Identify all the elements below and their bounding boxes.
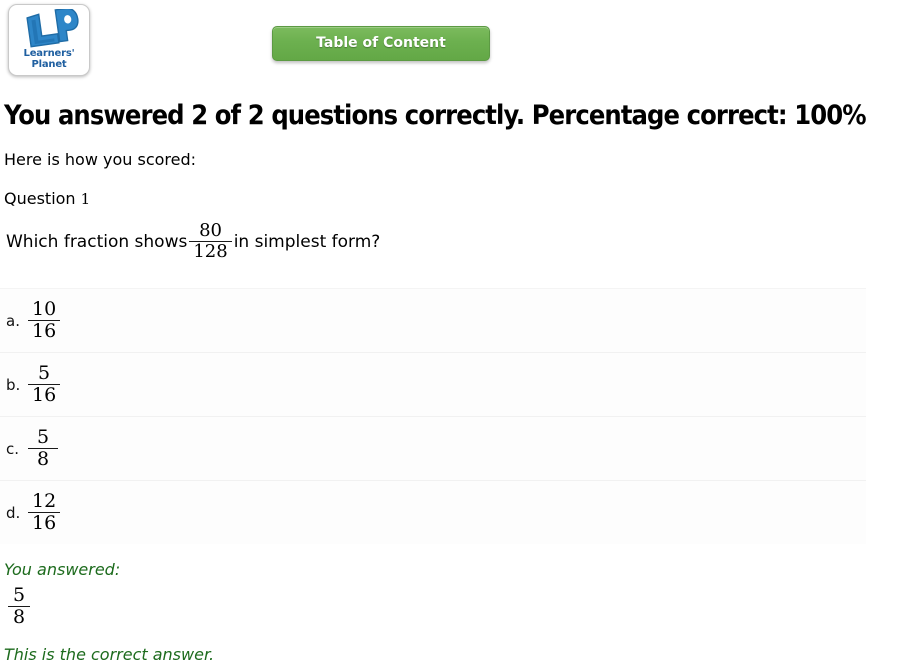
question-text: Which fraction shows 80 128 in simplest … — [6, 222, 380, 261]
question-text-after: in simplest form? — [233, 231, 381, 252]
option-a-numerator: 10 — [32, 298, 57, 320]
scored-subheading: Here is how you scored: — [4, 150, 197, 169]
submitted-answer-numerator: 5 — [12, 584, 26, 606]
option-d-numerator: 12 — [32, 490, 57, 512]
submitted-answer-denominator: 8 — [12, 606, 26, 628]
lp-monogram-icon — [9, 9, 89, 53]
learners-planet-logo[interactable]: Learners' Planet — [8, 4, 90, 76]
option-row-c[interactable]: c. 5 8 — [0, 416, 866, 480]
option-fraction-a: 10 16 — [28, 298, 61, 342]
question-text-before: Which fraction shows — [6, 231, 188, 252]
table-of-content-button[interactable]: Table of Content — [272, 26, 490, 61]
option-b-denominator: 16 — [32, 384, 57, 406]
question-fraction-numerator: 80 — [199, 220, 222, 241]
question-label: Question 1 — [4, 189, 90, 208]
option-c-numerator: 5 — [36, 426, 50, 448]
question-fraction-denominator: 128 — [193, 241, 228, 262]
option-letter-a: a. — [6, 311, 20, 330]
option-fraction-b: 5 16 — [28, 362, 61, 406]
option-row-a[interactable]: a. 10 16 — [0, 288, 866, 352]
option-d-denominator: 16 — [32, 512, 57, 534]
option-row-b[interactable]: b. 5 16 — [0, 352, 866, 416]
score-heading: You answered 2 of 2 questions correctly.… — [4, 100, 867, 131]
option-letter-c: c. — [6, 439, 20, 458]
answer-options-list: a. 10 16 b. 5 16 c. 5 8 d. 12 16 — [0, 288, 866, 544]
question-label-number: 1 — [80, 190, 91, 208]
logo-wordmark: Learners' Planet — [23, 48, 75, 70]
page-header: Learners' Planet Table of Content — [0, 0, 918, 86]
submitted-answer-fraction: 5 8 — [8, 586, 30, 627]
you-answered-label: You answered: — [4, 560, 121, 579]
option-row-d[interactable]: d. 12 16 — [0, 480, 866, 544]
answer-verdict-text: This is the correct answer. — [4, 645, 215, 664]
option-letter-b: b. — [6, 375, 21, 394]
option-fraction-c: 5 8 — [28, 428, 58, 469]
option-b-numerator: 5 — [38, 362, 51, 384]
option-letter-d: d. — [6, 503, 21, 522]
question-label-word: Question — [4, 189, 76, 208]
option-fraction-d: 12 16 — [28, 490, 61, 534]
option-a-denominator: 16 — [32, 320, 57, 342]
option-c-denominator: 8 — [36, 448, 50, 470]
question-fraction: 80 128 — [189, 220, 232, 262]
